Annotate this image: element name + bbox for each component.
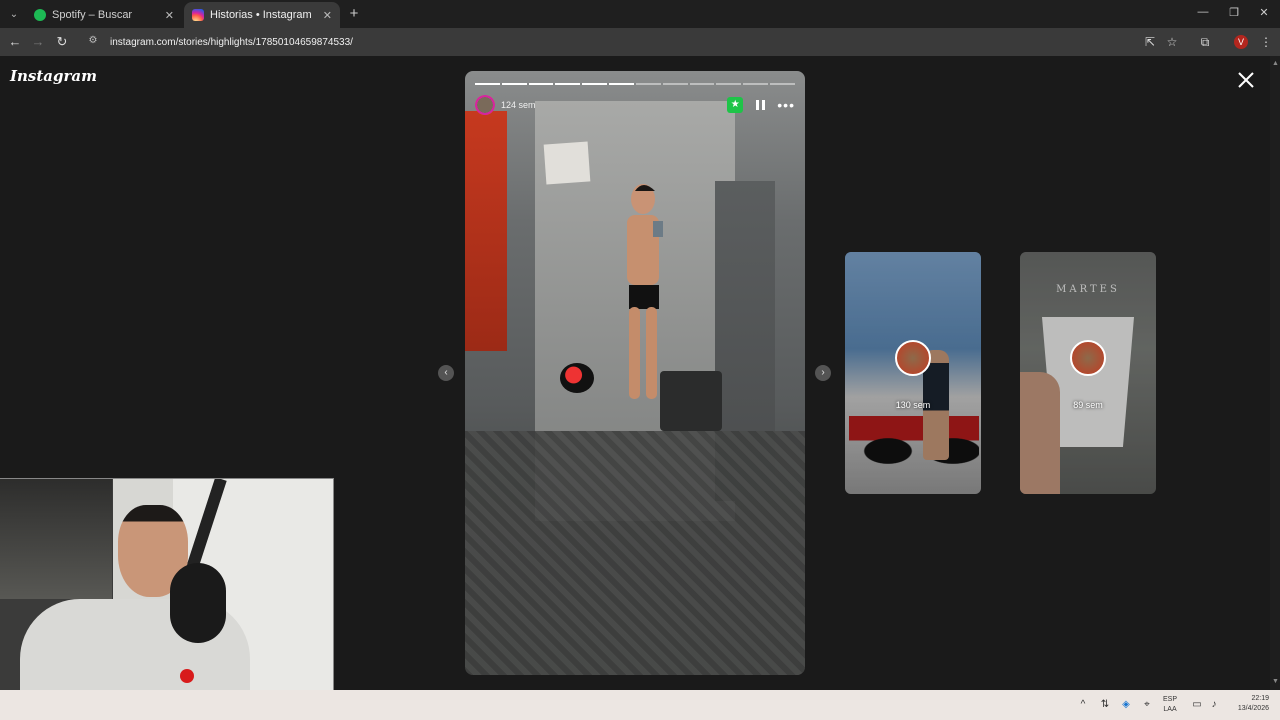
tray-app-icon[interactable]: ◈	[1119, 698, 1133, 712]
more-options-icon[interactable]: •••	[777, 98, 795, 112]
clock-date: 13/4/2026	[1237, 705, 1269, 712]
window-close-icon[interactable]: ✕	[1257, 6, 1271, 19]
tray-display-icon[interactable]: ▭	[1190, 698, 1204, 712]
story-progress-bar	[475, 83, 795, 85]
story-photo-lockers	[465, 111, 507, 351]
preview-avatar	[1070, 340, 1106, 376]
webcam-overlay	[0, 478, 334, 714]
site-info-icon[interactable]: ⚙	[86, 35, 100, 49]
story-progress-segment	[609, 83, 634, 85]
story-photo-floor	[465, 431, 805, 675]
story-progress-segment	[743, 83, 769, 85]
story-preview-2[interactable]: MARTES 89 sem	[1020, 252, 1156, 494]
close-tab-icon[interactable]: ✕	[165, 9, 174, 22]
webcam-red-ball	[180, 669, 194, 683]
language-code: ESP	[1163, 696, 1178, 703]
tab-spotify[interactable]: Spotify – Buscar ✕	[26, 2, 182, 28]
browser-tab-bar: ⌄ Spotify – Buscar ✕ Historias • Instagr…	[0, 0, 1280, 28]
tray-usb-icon[interactable]: ⇅	[1098, 698, 1112, 712]
browser-toolbar: ← → ↻ ⚙ instagram.com/stories/highlights…	[0, 28, 1280, 56]
restore-icon[interactable]: ❐	[1227, 6, 1241, 19]
story-progress-segment	[501, 83, 527, 85]
story-preview-1[interactable]: 130 sem	[845, 252, 981, 494]
bookmark-star-icon[interactable]: ☆	[1164, 34, 1180, 50]
story-progress-segment	[475, 83, 500, 85]
language-indicator[interactable]: ESP LAA	[1163, 695, 1177, 715]
tray-volume-icon[interactable]: ♪	[1207, 698, 1221, 712]
story-progress-segment	[689, 83, 715, 85]
previous-story-chevron-icon[interactable]: ‹	[438, 365, 454, 381]
story-progress-segment	[662, 83, 688, 85]
story-photo-helmet	[560, 363, 594, 393]
tray-chevron-up-icon[interactable]: ^	[1076, 698, 1090, 712]
spotify-icon	[34, 9, 46, 21]
taskbar-clock[interactable]: 22:19 13/4/2026	[1225, 694, 1269, 714]
preview-avatar	[895, 340, 931, 376]
extensions-icon[interactable]: ⧉	[1197, 34, 1213, 50]
new-tab-plus-icon[interactable]: +	[346, 5, 362, 22]
minimize-icon[interactable]: —	[1196, 6, 1210, 18]
story-progress-segment	[716, 83, 742, 85]
close-friends-star-icon: ★	[727, 97, 744, 113]
next-story-chevron-icon[interactable]: ›	[815, 365, 831, 381]
story-photo-basket	[660, 371, 722, 431]
instagram-logo[interactable]: Instagram	[10, 67, 97, 85]
install-app-icon[interactable]: ⇱	[1142, 34, 1158, 50]
webcam-background-shelf	[0, 479, 112, 599]
story-header: 124 sem ★ •••	[475, 95, 795, 115]
story-actions: ★ •••	[727, 97, 795, 113]
page-scrollbar[interactable]: ▲ ▼	[1270, 56, 1280, 690]
close-tab-icon[interactable]: ✕	[323, 9, 332, 22]
story-time: 124 sem	[501, 100, 536, 110]
os-taskbar: ^ ⇅ ◈ ⌖ ESP LAA ▭ ♪ 22:19 13/4/2026	[0, 690, 1280, 720]
story-progress-segment	[770, 83, 795, 85]
back-arrow-icon[interactable]: ←	[7, 34, 23, 50]
browser-menu-icon[interactable]: ⋮	[1258, 34, 1274, 50]
url-text: instagram.com/stories/highlights/1785010…	[110, 36, 353, 48]
forward-arrow-icon[interactable]: →	[30, 34, 46, 50]
clock-time: 22:19	[1251, 695, 1269, 702]
scroll-down-icon[interactable]: ▼	[1272, 678, 1279, 685]
preview-time: 89 sem	[1073, 400, 1103, 410]
scroll-up-icon[interactable]: ▲	[1272, 60, 1279, 67]
reload-icon[interactable]: ↻	[54, 34, 70, 50]
story-photo-note	[543, 141, 591, 185]
pause-icon[interactable]	[753, 98, 767, 112]
tab-title: Spotify – Buscar	[52, 9, 133, 21]
story-progress-segment	[555, 83, 581, 85]
tab-search-icon[interactable]: ⌄	[6, 6, 22, 22]
story-progress-segment	[582, 83, 608, 85]
story-progress-segment	[635, 83, 661, 85]
tab-title: Historias • Instagram	[210, 9, 312, 21]
keyboard-layout: LAA	[1163, 706, 1177, 713]
active-story[interactable]: 124 sem ★ •••	[465, 71, 805, 675]
profile-avatar[interactable]: V	[1234, 35, 1248, 49]
preview-time: 130 sem	[895, 400, 931, 410]
story-avatar[interactable]	[475, 95, 495, 115]
close-stories-icon[interactable]	[1236, 70, 1256, 90]
webcam-microphone	[170, 563, 226, 643]
address-bar[interactable]: ⚙ instagram.com/stories/highlights/17850…	[78, 31, 1158, 53]
tray-location-icon[interactable]: ⌖	[1140, 698, 1154, 712]
story-progress-segment	[528, 83, 554, 85]
instagram-icon	[192, 9, 204, 21]
tab-instagram[interactable]: Historias • Instagram ✕	[184, 2, 340, 28]
